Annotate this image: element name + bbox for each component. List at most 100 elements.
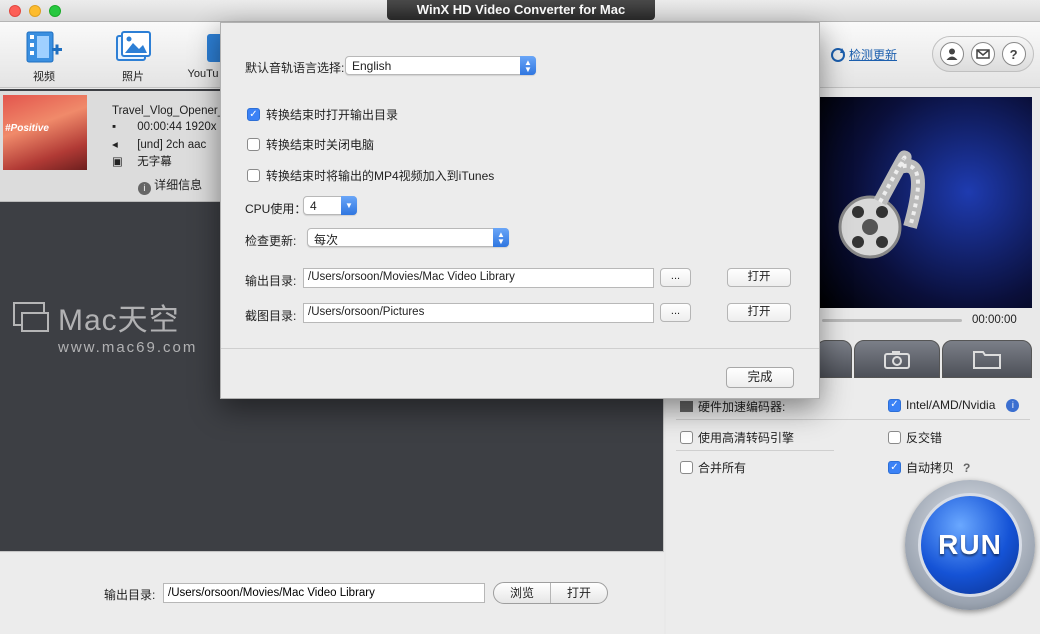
chevron-updown-icon: ▲ ▼ — [493, 228, 509, 247]
tab-snapshot[interactable] — [854, 340, 940, 378]
file-duration: 00:00:44 1920x — [137, 121, 217, 133]
video-preview — [820, 97, 1032, 308]
intel-amd-nvidia-checkbox[interactable]: ✓ Intel/AMD/Nvidia i — [888, 398, 1020, 412]
title-bar: WinX HD Video Converter for Mac — [0, 0, 1040, 22]
help-button[interactable]: ? — [1001, 42, 1026, 66]
file-subtitle: 无字幕 — [137, 156, 172, 168]
chevron-down-icon: ▼ — [341, 196, 357, 215]
info-icon[interactable]: i — [1006, 398, 1020, 412]
youtube-label: YouTu — [187, 68, 219, 80]
speaker-icon: ◂ — [112, 139, 118, 151]
shutdown-label: 转换结束时关闭电脑 — [266, 138, 375, 152]
film-plus-icon — [26, 31, 62, 63]
minimize-window-button[interactable] — [29, 5, 41, 17]
auto-copy-checkbox[interactable]: ✓ 自动拷贝 ? — [888, 459, 970, 476]
shutdown-checkbox[interactable]: 转换结束时关闭电脑 — [247, 136, 374, 153]
add-video-button[interactable]: 视频 — [14, 28, 74, 84]
file-name: Travel_Vlog_Opener_ — [112, 105, 225, 117]
snapshot-dir-field[interactable]: /Users/orsoon/Pictures — [303, 303, 654, 323]
merge-all-label: 合并所有 — [698, 461, 747, 475]
question-icon[interactable]: ? — [963, 461, 970, 475]
user-icon — [946, 48, 958, 60]
watermark-title: Mac天空 — [58, 304, 180, 337]
add-photo-label: 照片 — [122, 71, 144, 83]
checkbox-checked-icon: ✓ — [888, 398, 901, 412]
watermark: Mac天空 www.mac69.com — [12, 295, 197, 356]
dialog-divider — [221, 348, 819, 349]
detail-info-label: 详细信息 — [154, 178, 203, 192]
audio-lang-select[interactable]: English ▲ ▼ — [345, 56, 536, 75]
file-subtitle-row[interactable]: ▣ 无字幕 — [112, 153, 172, 169]
checkbox-unchecked-icon — [680, 431, 693, 444]
help-icon: ? — [1009, 46, 1018, 62]
refresh-icon — [831, 47, 845, 62]
cpu-usage-value: 4 — [310, 199, 317, 213]
audio-lang-label: 默认音轨语言选择: — [245, 61, 345, 75]
mail-button[interactable] — [970, 42, 995, 66]
zoom-window-button[interactable] — [49, 5, 61, 17]
video-thumbnail: #Positive — [3, 95, 87, 170]
add-photo-button[interactable]: 照片 — [103, 28, 163, 84]
hw-encoder-label: 硬件加速编码器: — [698, 400, 786, 414]
preview-tabs — [816, 340, 1040, 378]
add-itunes-checkbox[interactable]: 转换结束时将输出的MP4视频加入到iTunes — [247, 167, 494, 184]
browse-snapshot-dir-button[interactable]: ... — [660, 303, 691, 322]
browse-button[interactable]: 浏览 — [494, 583, 550, 603]
hq-engine-label: 使用高清转码引擎 — [698, 431, 795, 445]
check-update-label: 检查更新: — [245, 234, 297, 248]
auto-copy-label: 自动拷贝 — [906, 461, 955, 475]
checkbox-unchecked-icon — [247, 169, 260, 182]
close-window-button[interactable] — [9, 5, 21, 17]
cpu-usage-select[interactable]: 4 ▼ — [303, 196, 357, 215]
done-button[interactable]: 完成 — [726, 367, 794, 388]
output-dir-label: 输出目录: — [245, 274, 297, 288]
output-dir-field[interactable]: /Users/orsoon/Movies/Mac Video Library — [303, 268, 654, 288]
output-dir-label: 输出目录: — [104, 588, 156, 602]
hq-engine-checkbox[interactable]: 使用高清转码引擎 — [680, 429, 794, 446]
playback-progress-slider[interactable] — [822, 319, 962, 322]
checkbox-unchecked-icon — [888, 431, 901, 444]
hw-encoder-option: 硬件加速编码器: — [680, 398, 785, 415]
youtube-icon — [207, 34, 223, 62]
open-output-dir-checkbox[interactable]: ✓ 转换结束时打开输出目录 — [247, 106, 398, 123]
run-label: RUN — [918, 493, 1022, 597]
add-video-label: 视频 — [33, 71, 55, 83]
output-button-group: 浏览 打开 — [493, 582, 608, 604]
tab-play[interactable] — [816, 340, 852, 378]
check-update-label: 检测更新 — [849, 48, 898, 62]
monitor-icon — [13, 302, 49, 332]
run-button[interactable]: RUN — [905, 480, 1035, 610]
open-snapshot-dir-button[interactable]: 打开 — [727, 303, 791, 322]
audio-lang-value: English — [352, 59, 392, 73]
chevron-updown-icon: ▲ ▼ — [520, 56, 536, 75]
file-audio-row[interactable]: ◂ [und] 2ch aac — [112, 137, 206, 151]
account-button-group: ? — [932, 36, 1034, 72]
window-title: WinX HD Video Converter for Mac — [387, 0, 655, 20]
tab-folder[interactable] — [942, 340, 1032, 378]
check-update-value: 每次 — [314, 233, 339, 247]
add-itunes-label: 转换结束时将输出的MP4视频加入到iTunes — [266, 169, 495, 183]
cpu-usage-label: CPU使用： — [245, 202, 307, 216]
info-icon: i — [137, 182, 151, 195]
checkbox-unchecked-icon — [247, 138, 260, 151]
deinterlace-checkbox[interactable]: 反交错 — [888, 429, 942, 446]
open-output-dir-button[interactable]: 打开 — [727, 268, 791, 287]
deinterlace-label: 反交错 — [906, 431, 943, 445]
file-audio-track: [und] 2ch aac — [137, 139, 207, 151]
picture-icon — [116, 31, 151, 61]
thumbnail-text: #Positive — [5, 123, 49, 134]
check-update-select[interactable]: 每次 ▲ ▼ — [307, 228, 509, 247]
chip-icon — [680, 401, 693, 412]
intel-label: Intel/AMD/Nvidia — [906, 398, 996, 412]
open-output-dir-label: 转换结束时打开输出目录 — [266, 108, 399, 122]
open-button[interactable]: 打开 — [550, 583, 607, 603]
film-icon: ▪ — [112, 121, 117, 133]
browse-output-dir-button[interactable]: ... — [660, 268, 691, 287]
snapshot-dir-label: 截图目录: — [245, 309, 297, 323]
user-button[interactable] — [940, 42, 965, 66]
output-dir-input[interactable] — [163, 583, 485, 603]
playback-time: 00:00:00 — [972, 314, 1017, 326]
check-update-link[interactable]: 检测更新 — [830, 46, 897, 63]
playback-row: 00:00:00 — [820, 308, 1032, 336]
merge-all-checkbox[interactable]: 合并所有 — [680, 459, 746, 476]
